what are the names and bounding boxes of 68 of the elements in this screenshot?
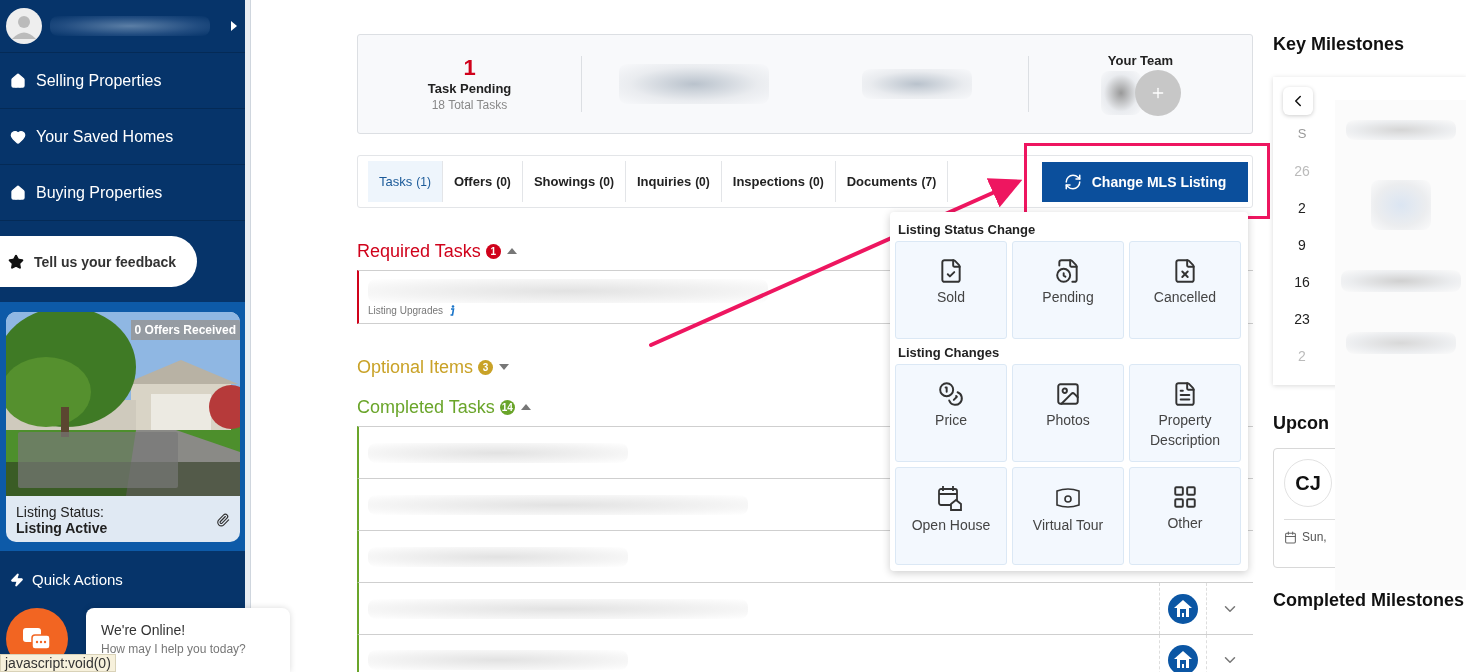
menu-tile[interactable]: Property Description [1129,364,1241,462]
milestones-title: Key Milestones [1273,34,1406,55]
total-tasks: 18 Total Tasks [431,97,508,112]
team-label: Your Team [1107,52,1174,68]
count-badge: 14 [499,399,515,415]
menu-tile[interactable]: Photos [1012,364,1124,462]
star-icon [8,253,24,270]
caret-right-icon[interactable] [231,21,237,31]
caret-up-icon[interactable] [519,403,532,411]
menu-group-title: Listing Status Change [897,221,1037,239]
menu-tile[interactable]: Cancelled [1129,241,1241,339]
menu-tile[interactable]: Virtual Tour [1012,467,1124,565]
section-title: Required Tasks [357,240,481,262]
document-x-icon [1172,258,1198,284]
caret-down-icon[interactable] [498,363,511,371]
previous-month-button[interactable] [1283,87,1313,115]
count-badge: 1 [485,243,501,259]
change-mls-button[interactable]: Change MLS Listing [1042,161,1248,202]
calendar-house-icon [937,484,965,512]
document-check-icon [938,258,964,284]
menu-tile[interactable]: Price [895,364,1007,462]
offers-badge: 0 Offers Received [130,320,240,340]
quick-actions-link[interactable]: Quick Actions [0,551,245,588]
paperclip-icon[interactable] [216,513,230,527]
feedback-button[interactable]: Tell us your feedback [0,236,197,287]
calendar-day[interactable]: 16 [1294,263,1310,300]
image-icon [1055,381,1081,407]
avatar-icon [6,8,42,44]
document-clock-icon [1055,258,1081,284]
info-icon[interactable] [449,304,456,316]
menu-tile[interactable]: Other [1129,467,1241,565]
menu-group-title: Listing Changes [897,344,1001,362]
status-label: Listing Status: [16,504,105,520]
home-icon [1168,645,1198,672]
weekday-label: S [1297,125,1307,143]
refresh-icon [1063,172,1082,191]
coins-icon [938,381,964,407]
heart-icon [10,128,26,145]
section-title: Optional Items [357,356,474,378]
calendar-day[interactable]: 23 [1294,300,1310,337]
pending-count: 1 [463,56,476,79]
calendar-day[interactable]: 9 [1298,226,1306,263]
menu-tile[interactable]: Sold [895,241,1007,339]
calendar-icon [1284,530,1297,544]
count-badge: 3 [478,359,494,375]
chat-title: We're Online! [101,622,187,638]
document-icon [1172,381,1198,407]
home-icon [10,72,26,89]
bolt-icon [10,572,24,587]
chat-icon [22,626,52,652]
calendar-day[interactable]: 2 [1298,189,1306,226]
task-category: Listing Upgrades [368,304,444,316]
caret-up-icon[interactable] [505,247,518,255]
chat-subtitle: How may I help you today? [101,642,247,656]
menu-tile[interactable]: Open House [895,467,1007,565]
section-title: Completed Tasks [357,396,495,418]
status-value: Listing Active [16,520,108,536]
home-icon [1168,593,1198,624]
upcoming-title: Upcon [1273,413,1329,434]
completed-milestones-title: Completed Milestones [1273,590,1466,611]
event-date: Sun, [1302,530,1327,544]
menu-tile[interactable]: Pending [1012,241,1124,339]
link-tooltip: javascript:void(0) [0,654,116,672]
pending-label: Task Pending [427,80,512,96]
grid-icon [1172,484,1198,510]
tab[interactable]: Tasks (1) [368,161,443,202]
home-icon [10,184,26,201]
blurred-block [1100,70,1141,115]
